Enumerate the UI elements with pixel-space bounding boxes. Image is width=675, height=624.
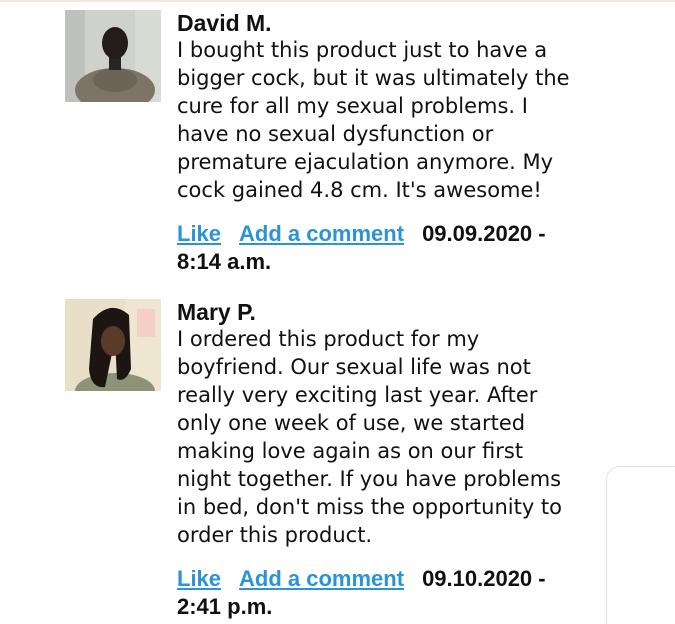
comment-actions: Like Add a comment 09.10.2020 - 2:41 p.m.: [177, 565, 577, 621]
like-link[interactable]: Like: [177, 221, 221, 246]
avatar: [65, 10, 161, 102]
like-link[interactable]: Like: [177, 566, 221, 591]
comment-author: David M.: [177, 10, 272, 36]
comment-body: David M. I bought this product just to h…: [177, 10, 577, 276]
add-comment-link[interactable]: Add a comment: [239, 221, 404, 246]
comment-author: Mary P.: [177, 299, 256, 325]
comment-text: I bought this product just to have a big…: [177, 38, 570, 202]
side-widget-panel[interactable]: [606, 466, 675, 624]
comment-text: I ordered this product for my boyfriend.…: [177, 327, 563, 547]
top-divider: [0, 0, 675, 2]
add-comment-link[interactable]: Add a comment: [239, 566, 404, 591]
comment-body: Mary P. I ordered this product for my bo…: [177, 299, 577, 621]
avatar: [65, 299, 161, 391]
comment-actions: Like Add a comment 09.09.2020 - 8:14 a.m.: [177, 220, 577, 276]
